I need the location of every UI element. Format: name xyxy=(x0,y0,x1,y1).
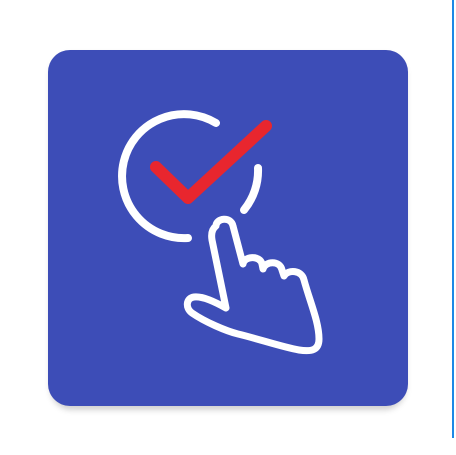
icon-background xyxy=(48,50,408,406)
screenshot-canvas xyxy=(0,0,456,455)
tap-check-icon xyxy=(48,50,408,406)
vertical-divider xyxy=(452,0,454,438)
app-icon-tile xyxy=(48,50,408,406)
app-icon[interactable] xyxy=(48,50,408,410)
